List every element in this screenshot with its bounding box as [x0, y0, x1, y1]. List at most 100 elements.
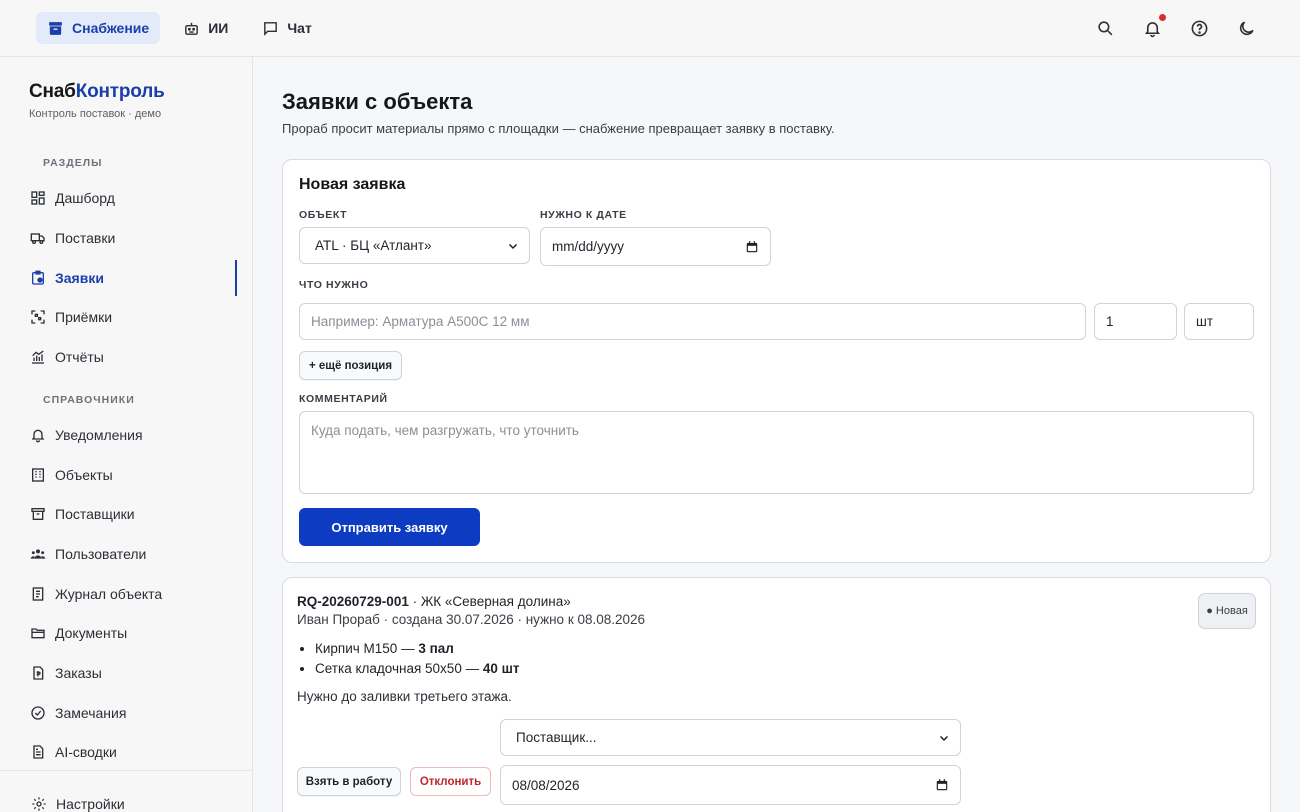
submit-request-button[interactable]: Отправить заявку [299, 508, 480, 546]
archive-icon [31, 508, 45, 520]
request-meta: Иван Прораб · создана 30.07.2026 · нужно… [297, 612, 646, 627]
top-tabs: Снабжение ИИ Чат [36, 12, 323, 44]
check-circle-icon [31, 706, 45, 720]
main-content: Заявки с объекта Прораб просит материалы… [253, 57, 1300, 812]
request-card: RQ-20260729-001 · ЖК «Северная долина» И… [282, 577, 1271, 812]
request-header: RQ-20260729-001 · ЖК «Северная долина» [297, 594, 571, 609]
tab-chat[interactable]: Чат [251, 12, 322, 44]
sidebar-item-label: Объекты [55, 467, 113, 483]
unit-value: шт [1196, 314, 1214, 329]
bell-icon [1144, 21, 1161, 37]
archive-icon [49, 21, 62, 35]
sidebar-item-users[interactable]: Пользователи [30, 542, 146, 566]
top-bar: Снабжение ИИ Чат [0, 0, 1300, 57]
truck-icon [30, 233, 45, 244]
delivery-date-input[interactable]: 08/08/2026 [500, 765, 961, 805]
calendar-icon [746, 240, 758, 252]
tab-supply-label: Снабжение [72, 20, 150, 36]
tab-chat-label: Чат [287, 20, 312, 36]
object-select[interactable]: ATL · БЦ «Атлант» [299, 227, 530, 264]
sidebar-item-orders[interactable]: Заказы [30, 661, 102, 685]
request-id: RQ-20260729-001 [297, 594, 409, 609]
object-select-value: ATL · БЦ «Атлант» [315, 238, 432, 253]
tab-supply[interactable]: Снабжение [36, 12, 161, 44]
chart-icon [32, 350, 44, 364]
quantity-value: 1 [1106, 314, 1114, 329]
sidebar-item-settings[interactable]: Настройки [31, 792, 125, 812]
new-request-title: Новая заявка [299, 176, 406, 193]
need-label: ЧТО НУЖНО [299, 279, 369, 291]
tab-ai[interactable]: ИИ [172, 12, 239, 44]
sidebar-item-label: Документы [55, 625, 128, 641]
sidebar-item-documents[interactable]: Документы [30, 621, 127, 645]
theme-toggle[interactable] [1237, 19, 1256, 38]
search-button[interactable] [1096, 19, 1115, 38]
item-name-placeholder: Например: Арматура А500С 12 мм [311, 314, 530, 329]
sidebar-item-notifications[interactable]: Уведомления [30, 423, 143, 447]
sidebar-item-label: Приёмки [55, 309, 113, 325]
request-items-list: Кирпич М150 — 3 пал Сетка кладочная 50х5… [315, 639, 519, 679]
item-name-input[interactable]: Например: Арматура А500С 12 мм [299, 303, 1086, 340]
sidebar-item-journal[interactable]: Журнал объекта [30, 582, 162, 606]
chat-icon [264, 21, 278, 36]
robot-icon [185, 22, 199, 35]
sidebar-item-remarks[interactable]: Замечания [30, 701, 126, 725]
active-indicator [235, 260, 237, 296]
sidebar-item-requests[interactable]: Заявки [30, 266, 104, 290]
supplier-select[interactable]: Поставщик... [500, 719, 961, 756]
sidebar-item-label: Замечания [55, 705, 127, 721]
add-position-button[interactable]: + ещё позиция [299, 351, 402, 380]
request-object: · ЖК «Северная долина» [408, 594, 571, 609]
status-badge: ● Новая [1198, 593, 1256, 629]
journal-icon [32, 587, 44, 601]
bell-icon [31, 429, 45, 443]
scan-icon [31, 310, 45, 324]
building-icon [32, 468, 44, 482]
section-label-references: СПРАВОЧНИКИ [43, 394, 135, 406]
tab-ai-label: ИИ [208, 20, 229, 36]
sidebar: СнабКонтроль Контроль поставок · демо РА… [0, 57, 253, 812]
moon-icon [1239, 20, 1254, 35]
page-title: Заявки с объекта [282, 89, 473, 114]
delivery-date-value: 08/08/2026 [512, 777, 580, 793]
help-button[interactable] [1190, 19, 1209, 38]
dashboard-icon [31, 191, 45, 205]
section-label-sections: РАЗДЕЛЫ [43, 157, 103, 169]
search-icon [1098, 20, 1113, 35]
sidebar-item-receipts[interactable]: Приёмки [30, 305, 112, 329]
notifications-button[interactable] [1143, 13, 1166, 38]
take-to-work-button[interactable]: Взять в работу [297, 767, 401, 796]
sidebar-item-suppliers[interactable]: Поставщики [30, 502, 135, 526]
brand: СнабКонтроль Контроль поставок · демо [29, 81, 165, 120]
reject-button[interactable]: Отклонить [410, 767, 491, 796]
sidebar-item-label: Поставки [55, 230, 116, 246]
sidebar-item-label: Поставщики [55, 506, 135, 522]
comment-label: КОММЕНТАРИЙ [299, 393, 388, 405]
list-item: Сетка кладочная 50х50 — 40 шт [315, 659, 519, 679]
need-date-input[interactable]: mm/dd/yyyy [540, 227, 771, 266]
unit-input[interactable]: шт [1184, 303, 1254, 340]
sidebar-item-dashboard[interactable]: Дашборд [30, 186, 115, 210]
date-label: НУЖНО К ДАТЕ [540, 209, 627, 221]
sidebar-item-label: Дашборд [55, 190, 115, 206]
comment-placeholder: Куда подать, чем разгружать, что уточнит… [311, 423, 579, 438]
sidebar-item-label: Журнал объекта [55, 586, 163, 602]
request-note: Нужно до заливки третьего этажа. [297, 689, 512, 704]
comment-textarea[interactable]: Куда подать, чем разгружать, что уточнит… [299, 411, 1254, 494]
brand-subtitle: Контроль поставок · демо [29, 108, 162, 120]
sidebar-item-label: Настройки [56, 796, 125, 812]
quantity-input[interactable]: 1 [1094, 303, 1177, 340]
sidebar-item-label: Заказы [55, 665, 102, 681]
sidebar-item-objects[interactable]: Объекты [30, 463, 113, 487]
sidebar-item-label: Пользователи [55, 546, 147, 562]
calendar-icon [936, 779, 948, 791]
page-subtitle: Прораб просит материалы прямо с площадки… [282, 121, 835, 136]
clipboard-icon [32, 270, 44, 285]
sidebar-item-label: Отчёты [55, 349, 104, 365]
file-text-icon [33, 745, 44, 759]
sidebar-item-deliveries[interactable]: Поставки [30, 226, 115, 250]
sidebar-item-reports[interactable]: Отчёты [30, 345, 104, 369]
gear-icon [32, 797, 46, 811]
help-icon [1191, 20, 1208, 36]
sidebar-item-ai-summaries[interactable]: AI-сводки [30, 740, 117, 764]
